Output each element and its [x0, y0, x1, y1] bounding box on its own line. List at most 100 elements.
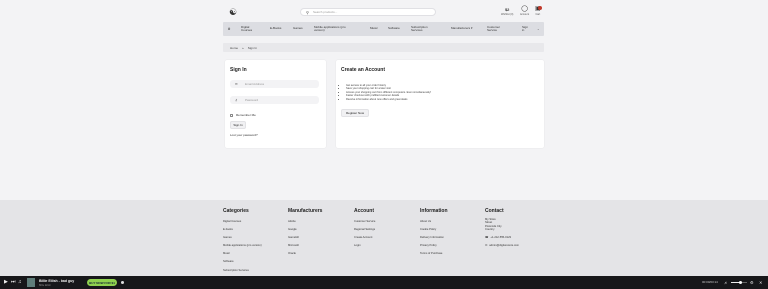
- footer-heading: Categories: [223, 208, 249, 214]
- footer-link[interactable]: About Us: [420, 218, 448, 226]
- close-icon[interactable]: ✕: [759, 278, 762, 287]
- breadcrumb: Home » Sign In: [223, 43, 544, 52]
- contact-email[interactable]: ✉ admin@digital-store.com: [485, 243, 520, 248]
- nav-item-music[interactable]: Music: [370, 26, 378, 30]
- contact-phone[interactable]: ☎ +1-212-555-0123: [485, 235, 519, 240]
- email-address: admin@digital-store.com: [489, 243, 520, 247]
- footer-link[interactable]: Cookie Policy: [420, 226, 448, 234]
- play-icon[interactable]: ▶: [4, 278, 8, 287]
- contact-line: Country: [485, 227, 495, 231]
- create-account-title: Create an Account: [341, 67, 385, 73]
- chevron-down-icon[interactable]: ⌄: [537, 27, 540, 31]
- phone-icon: ☎: [485, 236, 489, 240]
- account-label: Account: [520, 13, 530, 16]
- register-button[interactable]: Register Now: [341, 109, 369, 117]
- footer-contact: Contact My Store Street Postcode City Co…: [485, 208, 519, 247]
- nav-item-subscription-services[interactable]: Subscription Services: [411, 25, 433, 33]
- footer-link[interactable]: Mobile applications (pro version): [223, 242, 262, 250]
- checkbox[interactable]: [230, 113, 233, 117]
- cart-icon: ▣: [535, 6, 542, 13]
- footer-link[interactable]: Customer Service: [354, 218, 375, 226]
- nav-item-manufacturers[interactable]: Manufacturers ▾: [451, 26, 473, 30]
- signin-card: Sign In ✉ Email Address ⚷ Password Remem…: [225, 60, 326, 148]
- key-icon: ⚷: [235, 98, 238, 102]
- album-thumbnail: [27, 278, 35, 287]
- wishlist-label: Wishlist (0): [501, 13, 514, 16]
- contact-address: My Store Street Postcode City Country: [485, 218, 519, 231]
- remember-me-checkbox[interactable]: Remember Me: [230, 113, 256, 117]
- footer-link[interactable]: E-books: [223, 226, 262, 234]
- password-field[interactable]: ⚷ Password: [230, 96, 319, 104]
- breadcrumb-home[interactable]: Home: [230, 46, 238, 50]
- nav-item-ebooks[interactable]: E-Books: [270, 26, 282, 30]
- phone-number: +1-212-555-0123: [490, 235, 512, 239]
- nav-home-hash[interactable]: #: [228, 27, 230, 32]
- nav-item-sign-in[interactable]: Sign in: [522, 25, 531, 33]
- settings-icon[interactable]: ⚙: [750, 278, 754, 287]
- speaker-icon[interactable]: ♬: [724, 278, 728, 287]
- benefits-list: Get access to all your order history Sav…: [343, 84, 431, 101]
- nav-item-software[interactable]: Software: [388, 26, 400, 30]
- status-dot: [121, 281, 124, 284]
- shop-logo-icon[interactable]: ☯: [229, 7, 237, 17]
- search-placeholder: Search products...: [312, 10, 338, 14]
- footer-link[interactable]: Games: [223, 234, 262, 242]
- user-icon: ◯: [521, 6, 528, 12]
- footer-categories: Categories Digital Courses E-books Games…: [223, 208, 262, 275]
- lost-password-link[interactable]: Lost your password?: [230, 133, 258, 137]
- footer-heading: Manufacturers: [288, 208, 323, 214]
- password-placeholder: Password: [245, 98, 259, 102]
- footer-heading: Account: [354, 208, 374, 214]
- footer-link[interactable]: Gameloft: [288, 234, 322, 242]
- footer-link[interactable]: Microsoft: [288, 242, 322, 250]
- wishlist-button[interactable]: $2 Wishlist (0): [501, 6, 513, 16]
- footer-link[interactable]: Software: [223, 258, 262, 266]
- track-title: Billie Eilish - bad guy: [39, 279, 75, 283]
- wishlist-currency: $2: [504, 7, 510, 12]
- footer-link[interactable]: Privacy Policy: [420, 242, 448, 250]
- email-placeholder: Email Address: [245, 82, 265, 86]
- email-icon: ✉: [485, 244, 488, 248]
- breadcrumb-current: Sign In: [247, 45, 258, 50]
- next-icon[interactable]: ⏭: [11, 278, 16, 287]
- signin-button[interactable]: Sign In: [230, 121, 246, 129]
- nav-item-digital-courses[interactable]: Digital Courses: [241, 25, 259, 33]
- cart-badge: [537, 6, 542, 10]
- footer-link[interactable]: Subscription Services: [223, 267, 262, 275]
- footer-link[interactable]: Create Account: [354, 234, 375, 242]
- footer-link[interactable]: Oracle: [288, 250, 322, 258]
- footer-heading: Contact: [485, 208, 504, 214]
- main-nav: # Digital Courses E-Books Games Mobile a…: [223, 22, 544, 36]
- footer-link[interactable]: Login: [354, 242, 375, 250]
- cart-button[interactable]: ▣ Cart: [535, 6, 542, 16]
- buy-button[interactable]: BUY NOW FOR $1: [87, 279, 117, 286]
- volume-icon[interactable]: ♫: [18, 278, 22, 287]
- track-time: 00:00/03:14: [702, 280, 718, 284]
- volume-slider[interactable]: [731, 281, 747, 284]
- footer-link[interactable]: Adobe: [288, 218, 322, 226]
- email-icon: ✉: [235, 82, 238, 86]
- nav-item-mobile-apps[interactable]: Mobile applications (pro version): [314, 25, 354, 33]
- search-icon: ⚲: [306, 9, 309, 15]
- track-artist: Billie Eilish: [39, 284, 51, 287]
- footer-link[interactable]: Digital Courses: [223, 218, 262, 226]
- breadcrumb-separator: »: [242, 45, 244, 50]
- nav-item-games[interactable]: Games: [293, 26, 303, 30]
- email-field[interactable]: ✉ Email Address: [230, 80, 319, 88]
- footer-heading: Information: [420, 208, 448, 214]
- footer-link[interactable]: Regional Settings: [354, 226, 375, 234]
- remember-me-label: Remember Me: [236, 113, 256, 117]
- create-account-card: Create an Account Get access to all your…: [336, 60, 544, 148]
- footer-account: Account Customer Service Regional Settin…: [354, 208, 375, 250]
- footer-manufacturers: Manufacturers Adobe Google Gameloft Micr…: [288, 208, 322, 258]
- footer-link[interactable]: Google: [288, 226, 322, 234]
- nav-item-customer-service[interactable]: Customer Service: [487, 25, 507, 33]
- cart-label: Cart: [535, 13, 541, 16]
- footer-information: Information About Us Cookie Policy Deliv…: [420, 208, 448, 258]
- search-input[interactable]: ⚲ Search products...: [300, 8, 436, 16]
- account-button[interactable]: ◯ Account: [520, 6, 529, 16]
- footer-link[interactable]: Delivery Information: [420, 234, 448, 242]
- footer-link[interactable]: Music: [223, 250, 262, 258]
- footer-link[interactable]: Terms of Purchase: [420, 250, 448, 258]
- list-item: Receive information about new offers and…: [346, 98, 431, 101]
